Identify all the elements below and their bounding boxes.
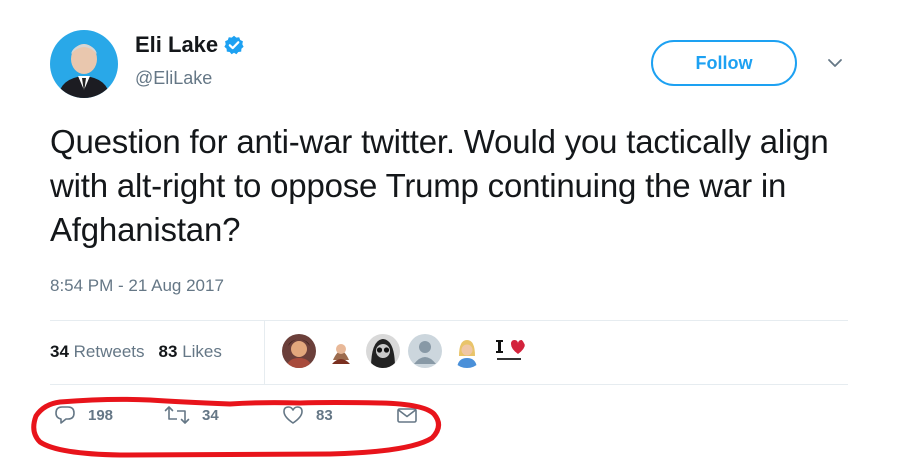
retweets-count: 34 (50, 342, 69, 361)
likes-label: Likes (182, 342, 222, 361)
liker-avatar[interactable] (408, 334, 442, 368)
divider (264, 320, 265, 384)
likes-stat[interactable]: 83 Likes (159, 342, 222, 362)
display-name[interactable]: Eli Lake (135, 32, 218, 58)
follow-button[interactable]: Follow (651, 40, 797, 86)
tweet-timestamp[interactable]: 8:54 PM - 21 Aug 2017 (50, 276, 224, 296)
heart-icon (282, 404, 304, 426)
reply-icon (54, 404, 76, 426)
retweet-button[interactable]: 34 (164, 404, 219, 426)
profile-avatar (50, 30, 118, 98)
retweets-stat[interactable]: 34 Retweets (50, 342, 145, 362)
retweet-icon (164, 404, 190, 426)
user-handle[interactable]: @EliLake (135, 68, 212, 89)
chevron-down-icon[interactable] (826, 54, 844, 72)
like-button[interactable]: 83 (282, 404, 333, 426)
direct-message-button[interactable] (396, 404, 418, 426)
tweet-actions: 198 34 83 (50, 400, 450, 436)
reply-count: 198 (88, 406, 114, 424)
liker-avatars (282, 334, 526, 368)
retweet-count: 34 (202, 406, 219, 424)
reply-button[interactable]: 198 (54, 404, 113, 426)
liker-avatar[interactable] (366, 334, 400, 368)
divider (50, 384, 848, 385)
retweets-label: Retweets (73, 342, 145, 361)
tweet-text: Question for anti-war twitter. Would you… (50, 123, 829, 248)
like-count: 83 (316, 406, 333, 424)
liker-avatar[interactable] (450, 334, 484, 368)
verified-badge-icon (224, 35, 244, 55)
avatar[interactable] (50, 30, 118, 98)
likes-count: 83 (158, 342, 178, 361)
liker-avatar[interactable] (492, 334, 526, 368)
envelope-icon (396, 404, 418, 426)
liker-avatar[interactable] (282, 334, 316, 368)
tweet-stats: 34 Retweets 83 Likes (50, 320, 236, 384)
liker-avatar[interactable] (324, 334, 358, 368)
